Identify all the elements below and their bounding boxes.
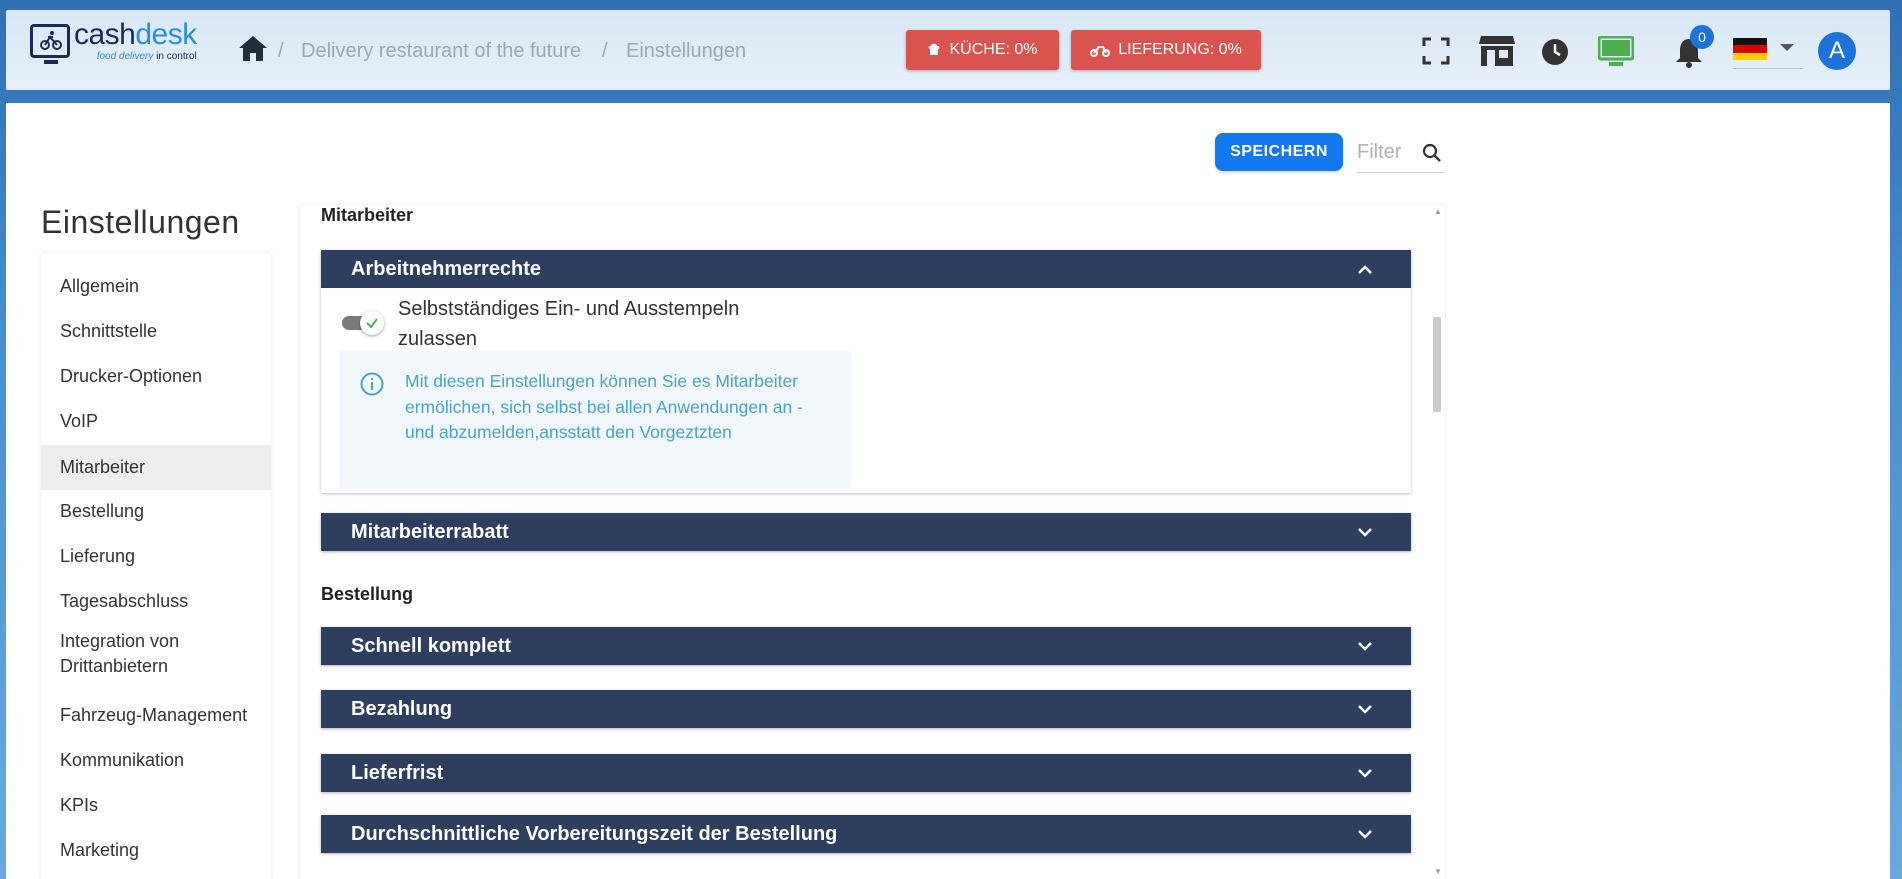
section-title-bestellung: Bestellung bbox=[321, 584, 414, 604]
language-select-underline bbox=[1733, 68, 1803, 69]
scroll-up-arrow[interactable]: ▲ bbox=[1434, 207, 1442, 216]
info-icon bbox=[360, 372, 384, 396]
kitchen-status-label: KÜCHE: 0% bbox=[949, 41, 1038, 58]
info-alert: Mit diesen Einstellungen können Sie es M… bbox=[339, 351, 851, 488]
panel-header-bezahlung[interactable]: Bezahlung bbox=[321, 690, 1411, 728]
chevron-down-icon bbox=[1358, 769, 1372, 778]
search-icon[interactable] bbox=[1422, 143, 1442, 163]
logo-tagline-a: food delivery bbox=[96, 51, 154, 62]
monitor-icon[interactable] bbox=[1598, 36, 1634, 68]
sidebar-item-label: Allgemein bbox=[60, 275, 140, 296]
sidebar-item-label: Integration von Drittanbietern bbox=[60, 631, 180, 676]
breadcrumb-current: Einstellungen bbox=[626, 40, 747, 62]
sidebar-item-label: Schnittstelle bbox=[60, 320, 158, 341]
sidebar-item-schnittstelle[interactable]: Schnittstelle bbox=[41, 312, 271, 350]
clock-icon[interactable] bbox=[1541, 38, 1569, 66]
chevron-down-icon bbox=[1358, 705, 1372, 714]
avatar[interactable]: A bbox=[1818, 32, 1856, 70]
info-text: Mit diesen Einstellungen können Sie es M… bbox=[405, 371, 803, 442]
sidebar-item-mitarbeiter[interactable]: Mitarbeiter bbox=[41, 445, 271, 490]
chevron-down-icon[interactable] bbox=[1780, 44, 1794, 51]
scroll-down-arrow[interactable]: ▼ bbox=[1434, 867, 1442, 876]
logo-tagline-b: in control bbox=[156, 51, 197, 62]
sidebar-item-drucker-optionen[interactable]: Drucker-Optionen bbox=[41, 357, 271, 395]
logo-text-desk: desk bbox=[135, 18, 197, 51]
store-icon[interactable] bbox=[1478, 34, 1516, 68]
fullscreen-icon[interactable] bbox=[1422, 37, 1450, 65]
panel-title: Lieferfrist bbox=[351, 761, 444, 784]
chef-hat-icon bbox=[929, 43, 940, 55]
sidebar-item-label: Drucker-Optionen bbox=[60, 365, 203, 386]
sidebar-item-label: Mitarbeiter bbox=[60, 457, 146, 477]
sidebar-item-voip[interactable]: VoIP bbox=[41, 402, 271, 440]
sidebar-item-label: KPIs bbox=[60, 794, 99, 815]
sidebar-item-bestellung[interactable]: Bestellung bbox=[41, 492, 271, 530]
panel-header-vorbereitungszeit[interactable]: Durchschnittliche Vorbereitungszeit der … bbox=[321, 815, 1411, 853]
sidebar-item-integration[interactable]: Integration von Drittanbietern bbox=[41, 626, 241, 682]
sidebar-item-label: VoIP bbox=[60, 410, 99, 431]
sidebar-item-label: Bestellung bbox=[60, 500, 145, 521]
check-icon bbox=[366, 318, 378, 329]
sidebar-item-kpis[interactable]: KPIs bbox=[41, 786, 271, 824]
panel-header-arbeitnehmerrechte[interactable]: Arbeitnehmerrechte bbox=[321, 250, 1411, 288]
section-title-mitarbeiter: Mitarbeiter bbox=[321, 205, 414, 225]
panel-header-lieferfrist[interactable]: Lieferfrist bbox=[321, 754, 1411, 792]
filter-input[interactable] bbox=[1357, 137, 1417, 167]
panel-title: Mitarbeiterrabatt bbox=[351, 520, 509, 543]
logo-monitor-icon bbox=[30, 24, 70, 64]
sidebar-item-label: Kommunikation bbox=[60, 749, 185, 770]
delivery-status-button[interactable]: LIEFERUNG: 0% bbox=[1071, 30, 1261, 70]
cashdesk-logo[interactable]: cashdesk food delivery in control bbox=[30, 18, 197, 64]
sidebar-item-label: Lieferung bbox=[60, 545, 136, 566]
sidebar-item-label: Fahrzeug-Management bbox=[60, 704, 248, 725]
breadcrumb-separator: / bbox=[278, 40, 284, 62]
scrollbar-thumb[interactable] bbox=[1433, 317, 1441, 412]
sidebar-title: Einstellungen bbox=[41, 204, 240, 240]
germany-flag-icon[interactable] bbox=[1733, 38, 1767, 60]
save-button[interactable]: SPEICHERN bbox=[1215, 133, 1343, 171]
logo-text-cash: cash bbox=[74, 18, 136, 51]
sidebar-item-fahrzeug-management[interactable]: Fahrzeug-Management bbox=[41, 696, 271, 734]
notification-badge: 0 bbox=[1690, 25, 1714, 49]
filter-field[interactable] bbox=[1357, 137, 1445, 173]
panel-title: Durchschnittliche Vorbereitungszeit der … bbox=[351, 822, 838, 845]
sidebar-item-tagesabschluss[interactable]: Tagesabschluss bbox=[41, 582, 271, 620]
panel-title: Bezahlung bbox=[351, 697, 453, 720]
breadcrumb-restaurant[interactable]: Delivery restaurant of the future bbox=[301, 40, 581, 63]
chevron-down-icon bbox=[1358, 830, 1372, 839]
panel-header-schnell-komplett[interactable]: Schnell komplett bbox=[321, 627, 1411, 665]
chevron-up-icon bbox=[1358, 265, 1372, 274]
chevron-down-icon bbox=[1358, 528, 1372, 537]
toggle-knob bbox=[360, 311, 384, 335]
sidebar-item-lieferung[interactable]: Lieferung bbox=[41, 537, 271, 575]
home-icon[interactable] bbox=[238, 34, 268, 62]
panel-title: Schnell komplett bbox=[351, 634, 512, 657]
chevron-down-icon bbox=[1358, 642, 1372, 651]
motorbike-icon bbox=[1090, 46, 1111, 57]
panel-title: Arbeitnehmerrechte bbox=[351, 257, 542, 280]
sidebar-item-marketing[interactable]: Marketing bbox=[41, 831, 271, 869]
sidebar-nav: Allgemein Schnittstelle Drucker-Optionen… bbox=[41, 253, 271, 879]
sidebar-item-kommunikation[interactable]: Kommunikation bbox=[41, 741, 271, 779]
sidebar-item-label: Marketing bbox=[60, 839, 140, 860]
panel-header-mitarbeiterrabatt[interactable]: Mitarbeiterrabatt bbox=[321, 513, 1411, 551]
breadcrumb-separator: / bbox=[602, 40, 608, 62]
sidebar-item-allgemein[interactable]: Allgemein bbox=[41, 267, 271, 305]
kitchen-status-button[interactable]: KÜCHE: 0% bbox=[906, 30, 1059, 70]
self-clock-in-toggle[interactable] bbox=[340, 311, 386, 335]
delivery-status-label: LIEFERUNG: 0% bbox=[1118, 41, 1242, 58]
sidebar-item-label: Tagesabschluss bbox=[60, 590, 189, 611]
toggle-label: Selbstständiges Ein- und Ausstempeln zul… bbox=[398, 298, 740, 350]
